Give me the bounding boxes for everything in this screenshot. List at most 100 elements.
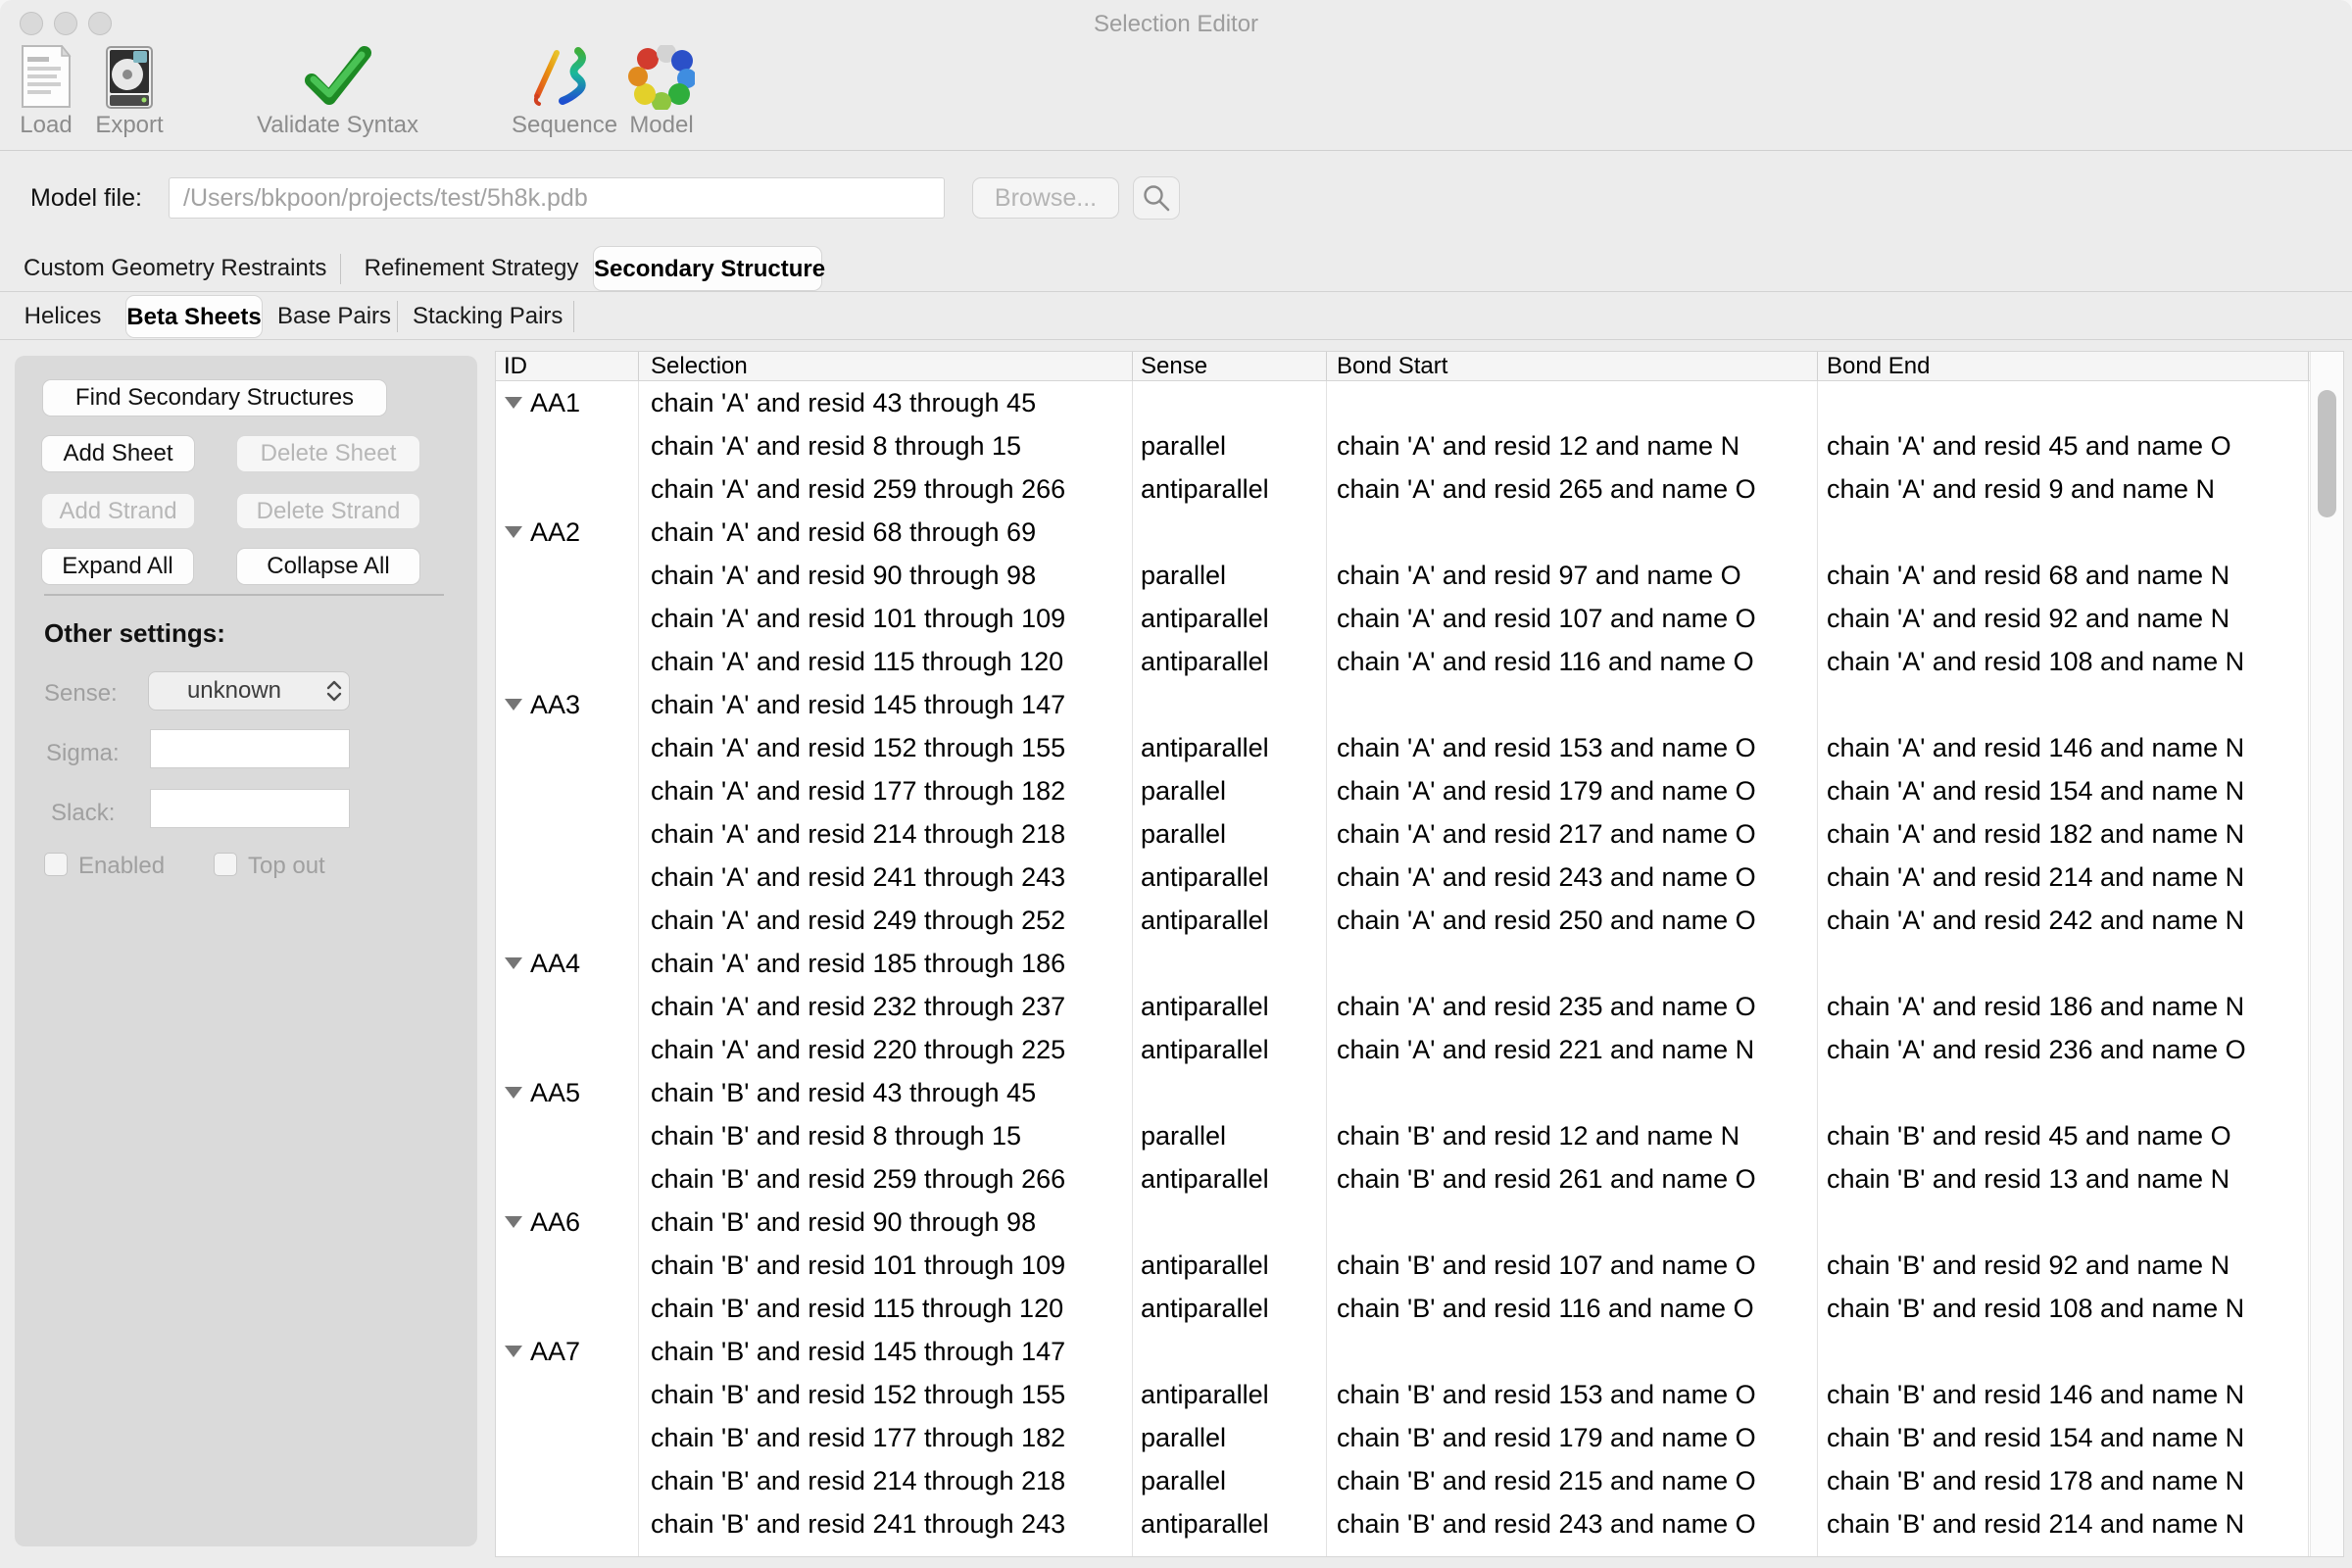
bond-end-cell: chain 'A' and resid 242 and name N (1827, 899, 2307, 942)
add-sheet-button[interactable]: Add Sheet (41, 435, 195, 472)
disclosure-triangle-icon[interactable] (505, 526, 522, 538)
bond-start-cell: chain 'A' and resid 221 and name N (1337, 1028, 1815, 1071)
table-row[interactable]: AA4 chain 'A' and resid 185 through 186 (496, 942, 2343, 985)
column-header-bond-start[interactable]: Bond Start (1337, 352, 1807, 380)
sense-cell: parallel (1141, 812, 1325, 856)
tab-base-pairs[interactable]: Base Pairs (277, 294, 383, 339)
table-row[interactable]: chain 'B' and resid 214 through 218 para… (496, 1459, 2343, 1502)
sheet-controls-panel: Find Secondary Structures Add Sheet Dele… (15, 356, 477, 1546)
table-row[interactable]: chain 'A' and resid 90 through 98 parall… (496, 554, 2343, 597)
disclosure-triangle-icon[interactable] (505, 1216, 522, 1228)
browse-button[interactable]: Browse... (972, 177, 1119, 219)
sense-cell: antiparallel (1141, 467, 1325, 511)
column-header-selection[interactable]: Selection (651, 352, 1121, 380)
table-row[interactable]: chain 'A' and resid 214 through 218 para… (496, 812, 2343, 856)
bond-end-cell: chain 'A' and resid 92 and name N (1827, 597, 2307, 640)
collapse-all-button[interactable]: Collapse All (236, 548, 420, 585)
bond-end-cell: chain 'B' and resid 45 and name O (1827, 1114, 2307, 1157)
sense-cell (1141, 1330, 1325, 1373)
validate-syntax-button[interactable]: Validate Syntax (247, 45, 428, 139)
selection-cell: chain 'A' and resid 43 through 45 (651, 381, 1131, 424)
table-row[interactable]: chain 'B' and resid 241 through 243 anti… (496, 1502, 2343, 1545)
sigma-field[interactable] (150, 729, 350, 768)
window-title: Selection Editor (0, 0, 2352, 45)
table-row[interactable]: chain 'A' and resid 152 through 155 anti… (496, 726, 2343, 769)
disclosure-triangle-icon[interactable] (505, 1087, 522, 1099)
table-row[interactable]: AA6 chain 'B' and resid 90 through 98 (496, 1200, 2343, 1244)
table-row[interactable]: chain 'B' and resid 8 through 15 paralle… (496, 1114, 2343, 1157)
search-button[interactable] (1133, 176, 1180, 220)
table-row[interactable]: AA3 chain 'A' and resid 145 through 147 (496, 683, 2343, 726)
table-row[interactable]: chain 'B' and resid 101 through 109 anti… (496, 1244, 2343, 1287)
table-row[interactable]: AA7 chain 'B' and resid 145 through 147 (496, 1330, 2343, 1373)
bond-start-cell (1337, 381, 1815, 424)
vertical-scrollbar[interactable] (2310, 352, 2344, 1556)
tab-refinement-strategy[interactable]: Refinement Strategy (357, 246, 586, 291)
table-row[interactable]: chain 'B' and resid 152 through 155 anti… (496, 1373, 2343, 1416)
bond-end-cell: chain 'A' and resid 186 and name N (1827, 985, 2307, 1028)
bond-start-cell: chain 'B' and resid 250 and name O (1337, 1545, 1815, 1556)
table-row[interactable]: chain 'A' and resid 8 through 15 paralle… (496, 424, 2343, 467)
enabled-checkbox[interactable] (44, 853, 68, 876)
tab-custom-geometry-restraints[interactable]: Custom Geometry Restraints (24, 246, 323, 291)
disclosure-triangle-icon[interactable] (505, 957, 522, 969)
sense-cell: antiparallel (1141, 726, 1325, 769)
table-row[interactable]: chain 'B' and resid 259 through 266 anti… (496, 1157, 2343, 1200)
selection-cell: chain 'B' and resid 101 through 109 (651, 1244, 1131, 1287)
selection-cell: chain 'A' and resid 185 through 186 (651, 942, 1131, 985)
slack-label: Slack: (51, 800, 115, 827)
bond-start-cell: chain 'A' and resid 116 and name O (1337, 640, 1815, 683)
delete-sheet-button[interactable]: Delete Sheet (236, 435, 420, 472)
column-header-sense[interactable]: Sense (1141, 352, 1317, 380)
export-button[interactable]: Export (88, 45, 171, 139)
tab-beta-sheets[interactable]: Beta Sheets (125, 295, 263, 338)
toolbar-item-label: Model (617, 112, 706, 139)
sheet-id: AA3 (530, 683, 580, 726)
table-row[interactable]: AA2 chain 'A' and resid 68 through 69 (496, 511, 2343, 554)
tab-secondary-structure[interactable]: Secondary Structure (593, 246, 822, 291)
bond-start-cell (1337, 942, 1815, 985)
slack-field[interactable] (150, 789, 350, 828)
table-row[interactable]: AA5 chain 'B' and resid 43 through 45 (496, 1071, 2343, 1114)
bond-start-cell (1337, 511, 1815, 554)
add-strand-button[interactable]: Add Strand (41, 493, 195, 529)
scrollbar-thumb[interactable] (2318, 390, 2336, 517)
column-header-bond-end[interactable]: Bond End (1827, 352, 2297, 380)
disclosure-triangle-icon[interactable] (505, 699, 522, 710)
table-row[interactable]: AA1 chain 'A' and resid 43 through 45 (496, 381, 2343, 424)
model-file-input[interactable] (169, 177, 945, 219)
disclosure-triangle-icon[interactable] (505, 397, 522, 409)
tab-helices[interactable]: Helices (24, 294, 102, 339)
table-row[interactable]: chain 'A' and resid 101 through 109 anti… (496, 597, 2343, 640)
table-row[interactable]: chain 'B' and resid 249 through 252 anti… (496, 1545, 2343, 1556)
model-button[interactable]: Model (617, 45, 706, 139)
delete-strand-button[interactable]: Delete Strand (236, 493, 420, 529)
table-row[interactable]: chain 'A' and resid 232 through 237 anti… (496, 985, 2343, 1028)
table-row[interactable]: chain 'A' and resid 177 through 182 para… (496, 769, 2343, 812)
expand-all-button[interactable]: Expand All (41, 548, 194, 585)
selection-cell: chain 'B' and resid 214 through 218 (651, 1459, 1131, 1502)
find-secondary-structures-button[interactable]: Find Secondary Structures (42, 379, 387, 416)
sequence-button[interactable]: Sequence (512, 45, 610, 139)
sigma-label: Sigma: (46, 740, 120, 767)
table-row[interactable]: chain 'A' and resid 249 through 252 anti… (496, 899, 2343, 942)
selection-cell: chain 'B' and resid 145 through 147 (651, 1330, 1131, 1373)
disclosure-triangle-icon[interactable] (505, 1346, 522, 1357)
selection-cell: chain 'A' and resid 145 through 147 (651, 683, 1131, 726)
bond-end-cell: chain 'A' and resid 214 and name N (1827, 856, 2307, 899)
top-out-checkbox[interactable] (214, 853, 237, 876)
table-row[interactable]: chain 'A' and resid 259 through 266 anti… (496, 467, 2343, 511)
table-row[interactable]: chain 'A' and resid 220 through 225 anti… (496, 1028, 2343, 1071)
load-button[interactable]: Load (10, 45, 82, 139)
sheet-id: AA4 (530, 942, 580, 985)
table-row[interactable]: chain 'A' and resid 241 through 243 anti… (496, 856, 2343, 899)
bond-end-cell (1827, 511, 2307, 554)
table-row[interactable]: chain 'B' and resid 115 through 120 anti… (496, 1287, 2343, 1330)
tab-stacking-pairs[interactable]: Stacking Pairs (413, 294, 558, 339)
sense-cell: antiparallel (1141, 899, 1325, 942)
sense-dropdown[interactable]: unknown (148, 671, 350, 710)
selection-cell: chain 'A' and resid 259 through 266 (651, 467, 1131, 511)
column-header-id[interactable]: ID (504, 352, 631, 380)
table-row[interactable]: chain 'A' and resid 115 through 120 anti… (496, 640, 2343, 683)
table-row[interactable]: chain 'B' and resid 177 through 182 para… (496, 1416, 2343, 1459)
